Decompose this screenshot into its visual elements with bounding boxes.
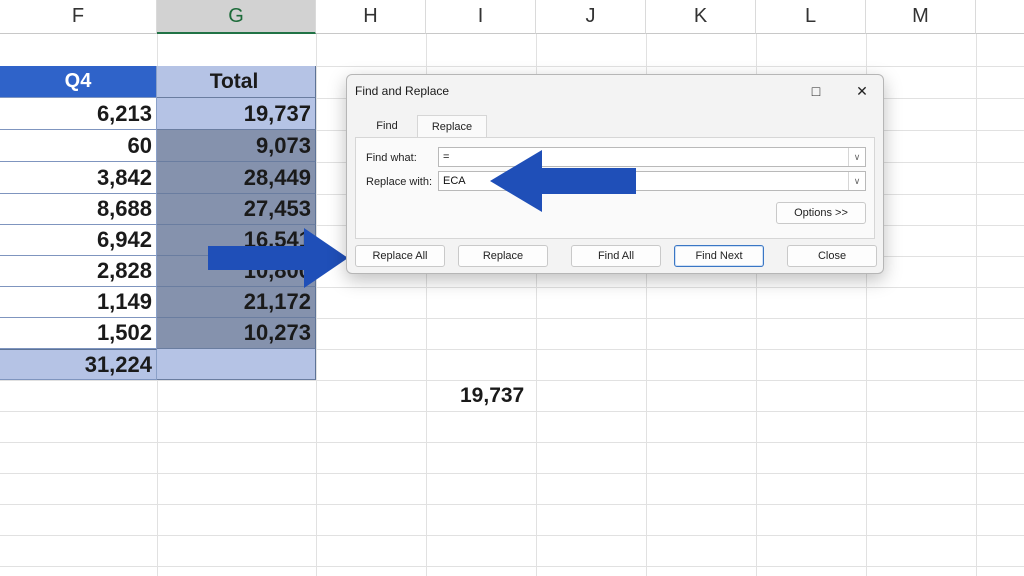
column-header-i[interactable]: I bbox=[426, 0, 536, 34]
replace-with-value: ECA bbox=[443, 175, 466, 187]
replace-with-label: Replace with: bbox=[366, 176, 433, 188]
column-header-l[interactable]: L bbox=[756, 0, 866, 34]
table-cell-total[interactable]: 28,449 bbox=[157, 162, 316, 194]
find-next-button[interactable]: Find Next bbox=[674, 245, 764, 267]
options-button[interactable]: Options >> bbox=[776, 202, 866, 224]
formula-result-cell[interactable]: 19,737 bbox=[460, 384, 524, 408]
find-what-label: Find what: bbox=[366, 152, 417, 164]
table-cell-total[interactable]: 27,453 bbox=[157, 194, 316, 225]
find-all-button[interactable]: Find All bbox=[571, 245, 661, 267]
column-header-g[interactable]: G bbox=[157, 0, 316, 34]
tab-find[interactable]: Find bbox=[365, 115, 409, 137]
table-cell-total[interactable]: 10,273 bbox=[157, 318, 316, 349]
table-cell-q4[interactable]: 1,502 bbox=[0, 318, 157, 349]
maximize-icon: □ bbox=[811, 83, 821, 99]
table-cell-q4[interactable]: 3,842 bbox=[0, 162, 157, 194]
column-header-h[interactable]: H bbox=[316, 0, 426, 34]
column-header-j[interactable]: J bbox=[536, 0, 646, 34]
sum-cell-q4[interactable]: 31,224 bbox=[0, 349, 157, 380]
table-cell-total[interactable]: 19,737 bbox=[157, 98, 316, 130]
table-cell-q4[interactable]: 60 bbox=[0, 130, 157, 162]
table-cell-q4[interactable]: 8,688 bbox=[0, 194, 157, 225]
sum-cell-total[interactable] bbox=[157, 349, 316, 380]
column-header-f[interactable]: F bbox=[0, 0, 157, 34]
arrow-left-icon bbox=[490, 150, 636, 212]
table-cell-q4[interactable]: 6,213 bbox=[0, 98, 157, 130]
close-icon: ✕ bbox=[856, 82, 868, 99]
close-window-button[interactable]: ✕ bbox=[851, 81, 873, 101]
table-cell-total[interactable]: 9,073 bbox=[157, 130, 316, 162]
header-cell-total[interactable]: Total bbox=[157, 66, 316, 98]
close-button[interactable]: Close bbox=[787, 245, 877, 267]
arrow-right-icon bbox=[208, 228, 348, 288]
chevron-down-icon[interactable]: ∨ bbox=[848, 148, 865, 166]
column-header-k[interactable]: K bbox=[646, 0, 756, 34]
replace-button[interactable]: Replace bbox=[458, 245, 548, 267]
column-header-n[interactable] bbox=[976, 0, 1024, 34]
column-header-m[interactable]: M bbox=[866, 0, 976, 34]
table-cell-total[interactable]: 21,172 bbox=[157, 287, 316, 318]
header-cell-q4[interactable]: Q4 bbox=[0, 66, 157, 98]
replace-all-button[interactable]: Replace All bbox=[355, 245, 445, 267]
chevron-down-icon[interactable]: ∨ bbox=[848, 172, 865, 190]
dialog-title: Find and Replace bbox=[355, 84, 450, 98]
table-cell-q4[interactable]: 6,942 bbox=[0, 225, 157, 256]
maximize-button[interactable]: □ bbox=[805, 81, 827, 101]
table-cell-q4[interactable]: 1,149 bbox=[0, 287, 157, 318]
tab-replace[interactable]: Replace bbox=[417, 115, 487, 138]
find-what-value: = bbox=[443, 151, 450, 163]
table-cell-q4[interactable]: 2,828 bbox=[0, 256, 157, 287]
